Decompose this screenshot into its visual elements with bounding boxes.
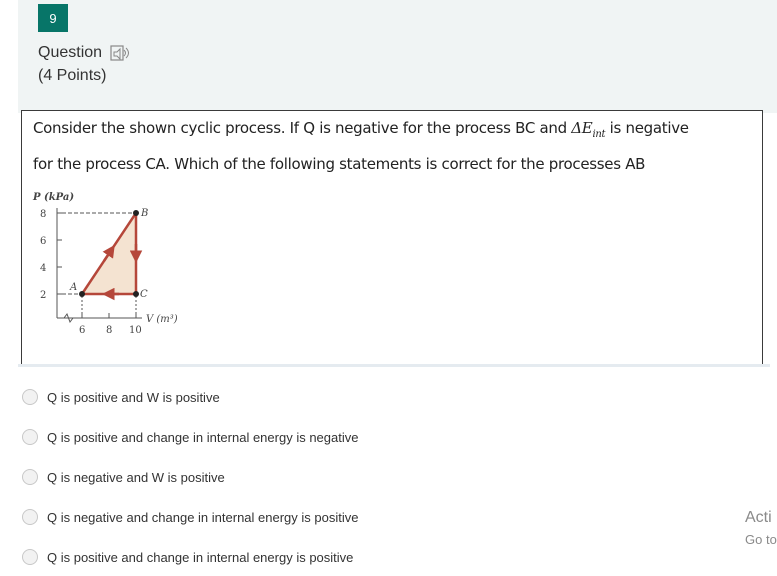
option-4[interactable]: Q is negative and change in internal ene… bbox=[22, 509, 358, 525]
delta-e-symbol: ΔEint bbox=[571, 119, 606, 140]
option-label: Q is positive and W is positive bbox=[47, 389, 220, 405]
question-label: Question bbox=[38, 44, 103, 61]
point-a bbox=[79, 291, 85, 297]
option-3[interactable]: Q is negative and W is positive bbox=[22, 469, 225, 485]
option-label: Q is positive and change in internal ene… bbox=[47, 549, 354, 565]
stem-text-b: is negative bbox=[605, 119, 689, 137]
label-c: C bbox=[140, 289, 148, 300]
radio-button[interactable] bbox=[22, 549, 38, 565]
delta-e-text: ΔE bbox=[571, 119, 593, 137]
question-stem-line2: for the process CA. Which of the followi… bbox=[33, 155, 646, 173]
question-title: Question bbox=[38, 44, 130, 62]
radio-button[interactable] bbox=[22, 509, 38, 525]
pv-diagram: P (kPa) 8 6 4 2 6 8 10 V (m³) A B C bbox=[32, 192, 178, 336]
delta-e-subscript: int bbox=[592, 129, 606, 140]
x-tick-8: 8 bbox=[106, 325, 112, 336]
speaker-icon[interactable] bbox=[110, 44, 130, 62]
option-label: Q is positive and change in internal ene… bbox=[47, 429, 359, 445]
radio-button[interactable] bbox=[22, 389, 38, 405]
x-tick-6: 6 bbox=[79, 325, 85, 336]
stem-text-a: Consider the shown cyclic process. If Q … bbox=[33, 119, 572, 137]
point-c bbox=[133, 291, 139, 297]
question-points: (4 Points) bbox=[38, 67, 107, 84]
label-b: B bbox=[140, 208, 148, 219]
option-2[interactable]: Q is positive and change in internal ene… bbox=[22, 429, 358, 445]
y-tick-4: 4 bbox=[40, 263, 46, 274]
option-label: Q is negative and W is positive bbox=[47, 469, 225, 485]
activation-watermark-line1: Acti bbox=[745, 509, 772, 526]
point-b bbox=[133, 210, 139, 216]
activation-watermark-line2: Go to bbox=[745, 532, 777, 547]
label-a: A bbox=[69, 282, 77, 293]
y-tick-8: 8 bbox=[40, 209, 46, 220]
radio-button[interactable] bbox=[22, 429, 38, 445]
x-tick-10: 10 bbox=[129, 325, 142, 336]
question-stem-line1: Consider the shown cyclic process. If Q … bbox=[33, 119, 689, 140]
y-tick-2: 2 bbox=[40, 290, 46, 301]
option-5[interactable]: Q is positive and change in internal ene… bbox=[22, 549, 353, 565]
option-1[interactable]: Q is positive and W is positive bbox=[22, 389, 220, 405]
question-divider bbox=[18, 364, 770, 367]
radio-button[interactable] bbox=[22, 469, 38, 485]
question-header bbox=[18, 0, 777, 113]
question-number-badge: 9 bbox=[38, 4, 68, 32]
x-axis-label: V (m³) bbox=[146, 314, 178, 325]
y-tick-6: 6 bbox=[40, 236, 46, 247]
option-label: Q is negative and change in internal ene… bbox=[47, 509, 359, 525]
y-axis-label: P (kPa) bbox=[32, 192, 74, 203]
